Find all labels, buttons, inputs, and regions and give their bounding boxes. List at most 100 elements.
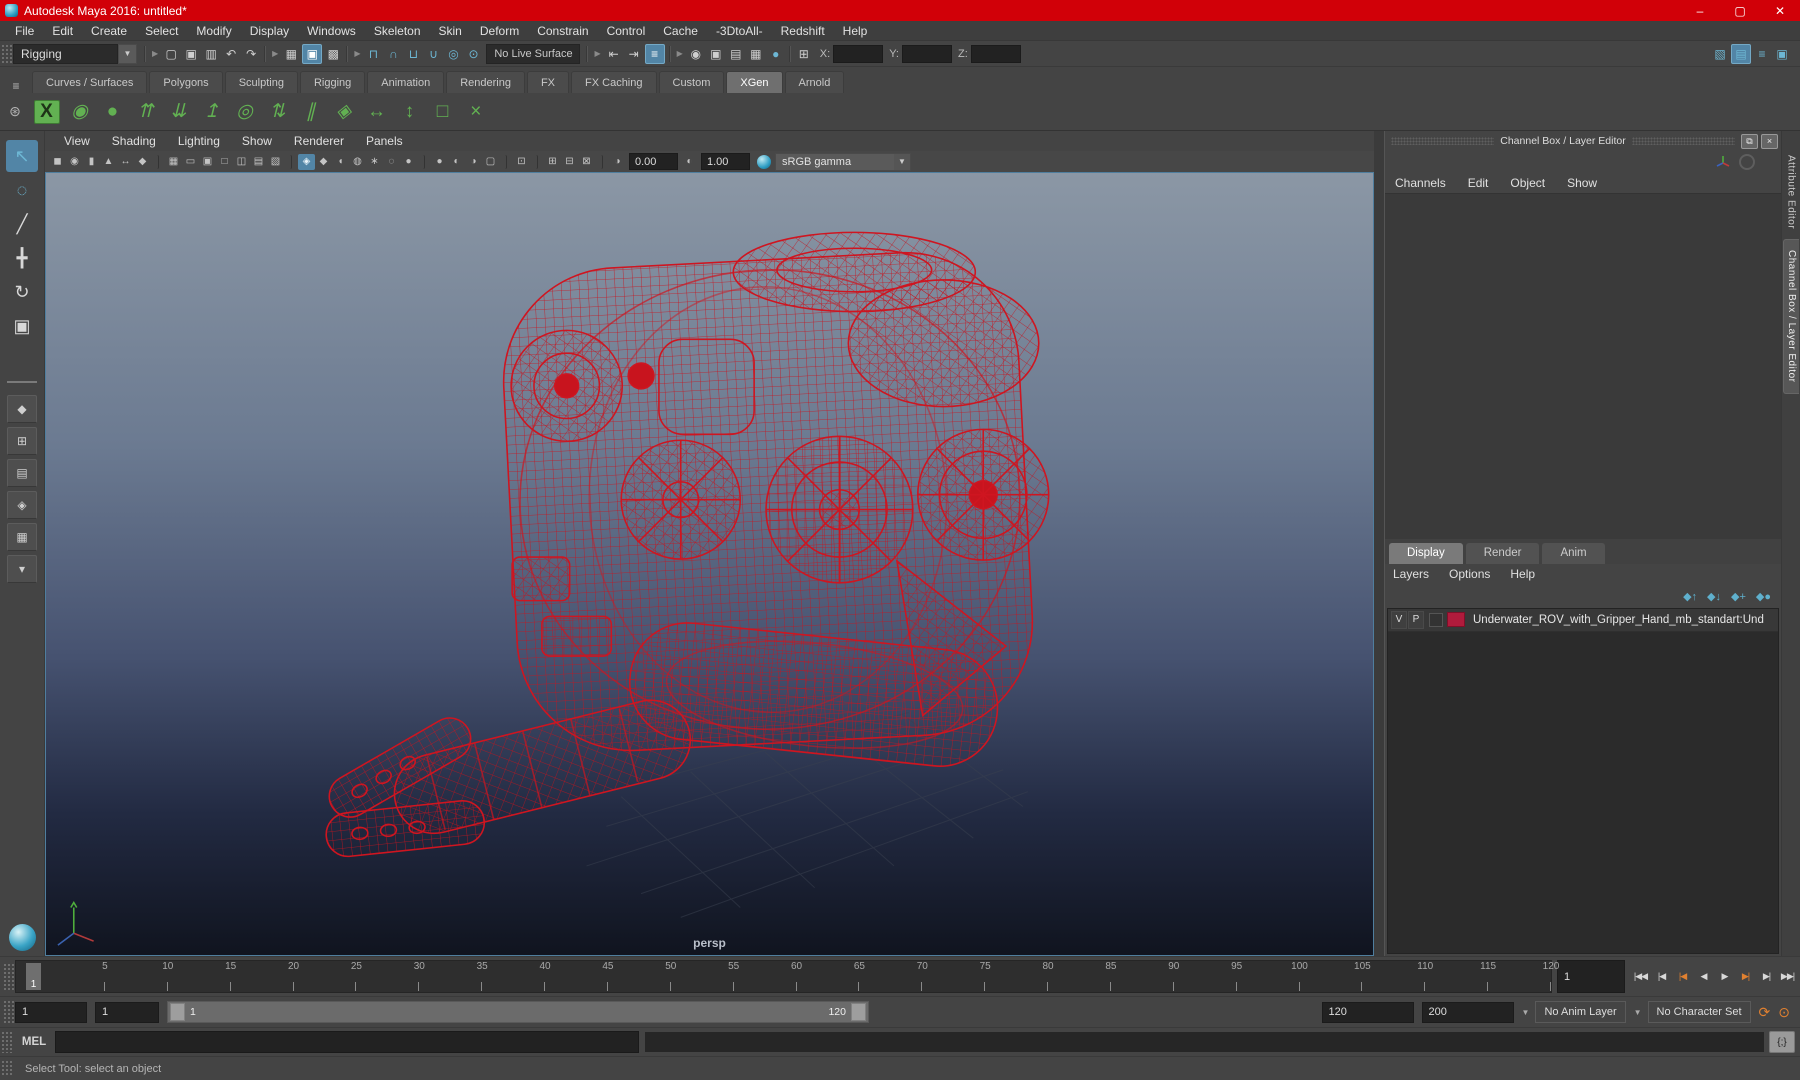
snap-icon[interactable]: ⊔	[404, 45, 422, 63]
shelf-tool-icon[interactable]: X	[31, 96, 62, 127]
playback-range-slider[interactable]: 1 120	[167, 1001, 869, 1023]
playback-button[interactable]: ▶|	[1735, 971, 1756, 982]
snap-icon[interactable]: ⊓	[364, 45, 382, 63]
panel-toolbar-icon[interactable]	[417, 154, 425, 169]
animation-start-field[interactable]: 1	[15, 1001, 87, 1023]
viewport-3d-view[interactable]: persp	[45, 172, 1374, 956]
color-management-select[interactable]: sRGB gamma ▼	[775, 152, 911, 171]
playback-start-field[interactable]: 1	[95, 1001, 159, 1023]
drag-handle[interactable]	[3, 1000, 14, 1024]
render-icon[interactable]: ▣	[707, 45, 725, 63]
channel-box-menu-item[interactable]: Edit	[1468, 176, 1489, 190]
range-start-handle[interactable]	[170, 1003, 185, 1021]
layer-list[interactable]: V P Underwater_ROV_with_Gripper_Hand_mb_…	[1387, 607, 1779, 954]
channel-box-content[interactable]	[1385, 193, 1781, 539]
layer-tool-icon[interactable]: ◆+	[1731, 590, 1746, 603]
window-control-button[interactable]: ▢	[1720, 0, 1760, 21]
playback-button[interactable]: ▶|	[1756, 971, 1777, 982]
panel-toolbar-icon[interactable]: ◑	[465, 154, 482, 170]
panel-toolbar-icon[interactable]	[284, 154, 292, 169]
playback-button[interactable]: |◀	[1672, 971, 1693, 982]
shelf-tool-icon[interactable]: ●	[97, 96, 128, 127]
drag-handle[interactable]	[1, 44, 12, 63]
window-control-button[interactable]: ✕	[1760, 0, 1800, 21]
history-icon[interactable]: ⇤	[605, 45, 623, 63]
panel-toolbar-icon[interactable]: ◆	[315, 154, 332, 170]
animation-preferences-icon[interactable]: ⊙	[1778, 1004, 1790, 1021]
layer-editor-tab[interactable]: Render	[1465, 542, 1540, 564]
script-editor-icon[interactable]: {;}	[1769, 1031, 1795, 1053]
panel-menu-item[interactable]: Shading	[101, 134, 167, 148]
render-icon[interactable]: ◉	[687, 45, 705, 63]
drag-handle[interactable]	[1631, 137, 1735, 145]
panel-toolbar-icon[interactable]: ⊡	[513, 154, 530, 170]
menu-item[interactable]: Deform	[471, 24, 528, 38]
drag-handle[interactable]	[1, 1031, 12, 1053]
file-action-icon[interactable]: ↶	[222, 45, 240, 63]
shelf-tool-icon[interactable]: ◉	[64, 96, 95, 127]
shelf-tool-icon[interactable]: ↕	[394, 96, 425, 127]
snap-icon[interactable]: ∪	[424, 45, 442, 63]
panel-toolbar-icon[interactable]: ▤	[250, 154, 267, 170]
file-action-icon[interactable]: ▥	[202, 45, 220, 63]
shelf-tab[interactable]: Sculpting	[224, 71, 298, 93]
menu-item[interactable]: Skin	[430, 24, 471, 38]
tool-icon[interactable]: ↻	[6, 276, 38, 308]
coordinate-input[interactable]	[833, 44, 884, 63]
tool-icon[interactable]: ↖	[6, 140, 38, 172]
gear-icon[interactable]: ⊛	[0, 103, 30, 120]
layer-color-swatch[interactable]	[1447, 612, 1465, 627]
render-icon[interactable]: ●	[767, 45, 785, 63]
layer-name[interactable]: Underwater_ROV_with_Gripper_Hand_mb_stan…	[1473, 614, 1764, 626]
layer-row[interactable]: V P Underwater_ROV_with_Gripper_Hand_mb_…	[1388, 608, 1778, 632]
panel-toolbar-icon[interactable]: ◆	[134, 154, 151, 170]
current-frame-marker[interactable]: 1	[26, 963, 41, 990]
panel-toolbar-icon[interactable]: ▣	[199, 154, 216, 170]
playback-button[interactable]: ▶	[1714, 971, 1735, 982]
shelf-tab[interactable]: Curves / Surfaces	[32, 71, 148, 93]
shelf-tab[interactable]: Arnold	[784, 71, 845, 93]
menu-item[interactable]: Edit	[43, 24, 82, 38]
mel-input[interactable]	[55, 1031, 639, 1053]
menu-item[interactable]: Modify	[187, 24, 240, 38]
panel-menu-item[interactable]: Lighting	[167, 134, 231, 148]
popout-icon[interactable]: ⧉	[1741, 133, 1758, 149]
collapse-arrow-icon[interactable]: ▶	[674, 49, 686, 58]
shelf-tool-icon[interactable]: ⇊	[163, 96, 194, 127]
layer-editor-menu-item[interactable]: Help	[1510, 567, 1535, 581]
panel-toolbar-icon[interactable]: ●	[431, 154, 448, 170]
menuset-select[interactable]: Rigging	[13, 43, 118, 64]
menu-item[interactable]: Select	[136, 24, 187, 38]
tool-icon[interactable]: ╋	[6, 242, 38, 274]
shelf-tab[interactable]: Rigging	[299, 71, 366, 93]
tool-icon[interactable]: ╱	[6, 208, 38, 240]
selection-mode-icon[interactable]: ▩	[324, 45, 342, 63]
layout-button[interactable]: ⊞	[7, 427, 37, 455]
axis-tripod-icon[interactable]	[1715, 154, 1731, 170]
menu-item[interactable]: File	[6, 24, 43, 38]
layer-editor-menu-item[interactable]: Layers	[1393, 567, 1429, 581]
shelf-tab[interactable]: Animation	[367, 71, 445, 93]
layer-editor-menu-item[interactable]: Options	[1449, 567, 1490, 581]
tool-icon[interactable]: ▣	[6, 310, 38, 342]
window-control-button[interactable]: –	[1680, 0, 1720, 21]
shelf-tool-icon[interactable]: ⇅	[262, 96, 293, 127]
sidebar-toggle-icon[interactable]: ▣	[1773, 45, 1791, 63]
layer-tool-icon[interactable]: ◆●	[1756, 590, 1771, 603]
collapse-arrow-icon[interactable]: ▶	[269, 49, 281, 58]
layer-editor-tab[interactable]: Anim	[1542, 542, 1605, 564]
menu-item[interactable]: Constrain	[528, 24, 597, 38]
layout-button[interactable]: ◆	[7, 395, 37, 423]
animation-end-field[interactable]: 200	[1421, 1001, 1514, 1023]
shelf-tab[interactable]: XGen	[726, 71, 783, 93]
shelf-tool-icon[interactable]: ◈	[328, 96, 359, 127]
panel-toolbar-icon[interactable]: ∗	[366, 154, 383, 170]
exposure-field[interactable]: 0.00	[629, 153, 678, 170]
layout-button[interactable]: ▤	[7, 459, 37, 487]
symmetry-icon[interactable]: ⊞	[795, 45, 813, 63]
render-icon[interactable]: ▦	[747, 45, 765, 63]
anim-layer-select[interactable]: No Anim Layer	[1535, 1001, 1626, 1023]
center-pivot-icon[interactable]	[1739, 154, 1755, 170]
selection-mode-icon[interactable]: ▦	[282, 45, 300, 63]
sidebar-toggle-icon[interactable]: ▧	[1711, 45, 1729, 63]
